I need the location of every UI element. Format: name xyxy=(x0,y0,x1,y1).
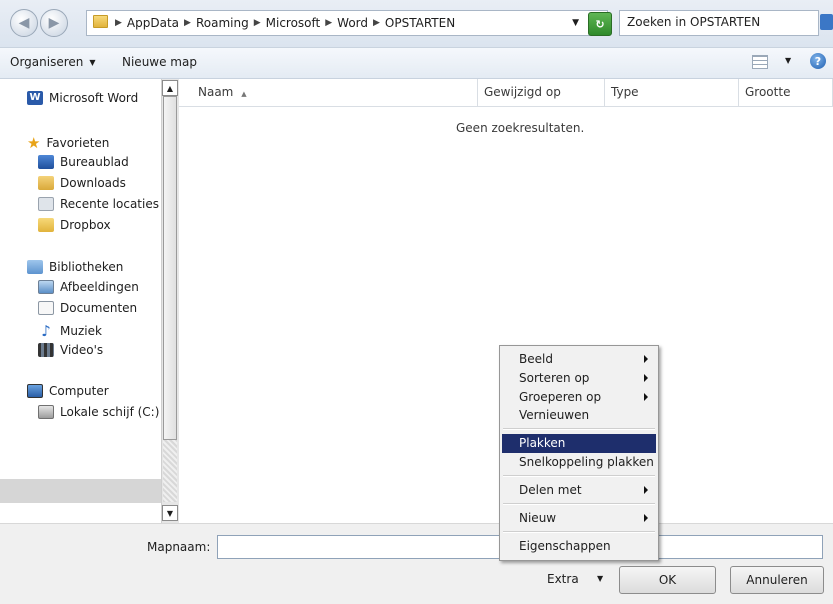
chevron-right-icon: ▶ xyxy=(253,18,261,28)
nav-item-music[interactable]: ♪ Muziek xyxy=(38,322,102,340)
column-modified[interactable]: Gewijzigd op xyxy=(478,79,605,106)
menu-item-new[interactable]: Nieuw xyxy=(502,509,656,528)
organize-button[interactable]: Organiseren ▼ xyxy=(10,55,96,69)
context-menu: Beeld Sorteren op Groeperen op Vernieuwe… xyxy=(499,345,659,561)
breadcrumb-microsoft[interactable]: Microsoft xyxy=(264,16,323,30)
menu-item-sort-by[interactable]: Sorteren op xyxy=(502,369,656,388)
cancel-button[interactable]: Annuleren xyxy=(730,566,824,594)
column-name[interactable]: Naam ▲ xyxy=(179,79,478,106)
submenu-arrow-icon xyxy=(644,374,648,382)
pictures-icon xyxy=(38,280,54,294)
address-dropdown-icon[interactable]: ▼ xyxy=(572,18,579,28)
navigation-pane: W Microsoft Word ★ Favorieten Bureaublad… xyxy=(0,79,161,523)
breadcrumb-word[interactable]: Word xyxy=(335,16,370,30)
nav-item-pictures[interactable]: Afbeeldingen xyxy=(38,280,139,294)
column-type[interactable]: Type xyxy=(605,79,739,106)
refresh-icon[interactable]: ↻ xyxy=(588,12,612,36)
downloads-icon xyxy=(38,176,54,190)
nav-item-libraries[interactable]: Bibliotheken xyxy=(27,260,123,274)
menu-item-paste[interactable]: Plakken xyxy=(502,434,656,453)
documents-icon xyxy=(38,301,54,315)
breadcrumb[interactable]: ▶ AppData ▶ Roaming ▶ Microsoft ▶ Word ▶… xyxy=(86,10,608,36)
menu-item-share-with[interactable]: Delen met xyxy=(502,481,656,500)
nav-item-desktop[interactable]: Bureaublad xyxy=(38,155,129,169)
column-header-row: Naam ▲ Gewijzigd op Type Grootte xyxy=(179,79,833,107)
view-options-icon[interactable] xyxy=(752,55,768,69)
nav-item-dropbox[interactable]: Dropbox xyxy=(38,218,111,232)
help-icon[interactable]: ? xyxy=(810,53,826,69)
extra-menu-button[interactable]: Extra xyxy=(547,572,579,586)
chevron-right-icon: ▶ xyxy=(115,18,122,28)
breadcrumb-opstarten[interactable]: OPSTARTEN xyxy=(383,16,457,30)
chevron-right-icon: ▶ xyxy=(325,18,333,28)
menu-separator xyxy=(503,531,655,533)
nav-item-favorites[interactable]: ★ Favorieten xyxy=(27,134,109,152)
nav-item-videos[interactable]: Video's xyxy=(38,343,103,357)
sort-up-icon: ▲ xyxy=(241,90,247,98)
nav-item-computer[interactable]: Computer xyxy=(27,384,109,398)
menu-item-group-by[interactable]: Groeperen op xyxy=(502,388,656,407)
folder-name-label: Mapnaam: xyxy=(147,540,211,554)
computer-icon xyxy=(27,384,43,398)
column-size[interactable]: Grootte xyxy=(739,79,833,106)
search-input[interactable]: Zoeken in OPSTARTEN xyxy=(619,10,819,36)
menu-item-refresh[interactable]: Vernieuwen xyxy=(502,406,656,425)
menu-separator xyxy=(503,475,655,477)
nav-item-downloads[interactable]: Downloads xyxy=(38,176,126,190)
nav-item-documents[interactable]: Documenten xyxy=(38,301,137,315)
submenu-arrow-icon xyxy=(644,514,648,522)
arrow-down-icon: ▼ xyxy=(166,508,174,518)
recent-places-icon xyxy=(38,197,54,211)
empty-message: Geen zoekresultaten. xyxy=(456,121,585,135)
scroll-track[interactable] xyxy=(163,440,177,502)
forward-arrow-icon: ▶ xyxy=(48,15,60,31)
scroll-thumb[interactable] xyxy=(163,96,177,440)
nav-item-microsoft-word[interactable]: W Microsoft Word xyxy=(27,91,138,105)
chevron-down-icon[interactable]: ▼ xyxy=(785,56,791,65)
chevron-down-icon[interactable]: ▼ xyxy=(597,574,603,583)
desktop-icon xyxy=(38,155,54,169)
breadcrumb-roaming[interactable]: Roaming xyxy=(194,16,251,30)
menu-item-properties[interactable]: Eigenschappen xyxy=(502,537,656,556)
chevron-right-icon: ▶ xyxy=(373,18,380,28)
search-icon[interactable] xyxy=(820,14,833,30)
library-icon xyxy=(27,260,43,274)
star-icon: ★ xyxy=(27,134,41,152)
menu-item-view[interactable]: Beeld xyxy=(502,350,656,369)
forward-button[interactable]: ▶ xyxy=(40,9,68,37)
folder-icon xyxy=(87,15,112,31)
scroll-up-button[interactable]: ▲ xyxy=(162,80,178,96)
folder-icon xyxy=(38,218,54,232)
submenu-arrow-icon xyxy=(644,486,648,494)
word-icon: W xyxy=(27,91,43,105)
scroll-down-button[interactable]: ▼ xyxy=(162,505,178,521)
submenu-arrow-icon xyxy=(644,355,648,363)
menu-separator xyxy=(503,428,655,430)
nav-item-recent[interactable]: Recente locaties xyxy=(38,197,159,211)
menu-item-paste-shortcut[interactable]: Snelkoppeling plakken xyxy=(502,453,656,472)
ok-button[interactable]: OK xyxy=(619,566,716,594)
menu-separator xyxy=(503,503,655,505)
nav-item-local-disk[interactable]: Lokale schijf (C:) xyxy=(38,405,159,419)
breadcrumb-appdata[interactable]: AppData xyxy=(125,16,181,30)
new-folder-button[interactable]: Nieuwe map xyxy=(122,55,197,69)
organize-label: Organiseren xyxy=(10,55,84,69)
videos-icon xyxy=(38,343,54,357)
back-arrow-icon: ◀ xyxy=(18,15,30,31)
hard-disk-icon xyxy=(38,405,54,419)
chevron-down-icon: ▼ xyxy=(89,57,96,67)
arrow-up-icon: ▲ xyxy=(166,83,174,93)
submenu-arrow-icon xyxy=(644,393,648,401)
back-button[interactable]: ◀ xyxy=(10,9,38,37)
music-icon: ♪ xyxy=(41,322,51,340)
chevron-right-icon: ▶ xyxy=(184,18,191,28)
selected-nav-highlight xyxy=(0,479,161,503)
